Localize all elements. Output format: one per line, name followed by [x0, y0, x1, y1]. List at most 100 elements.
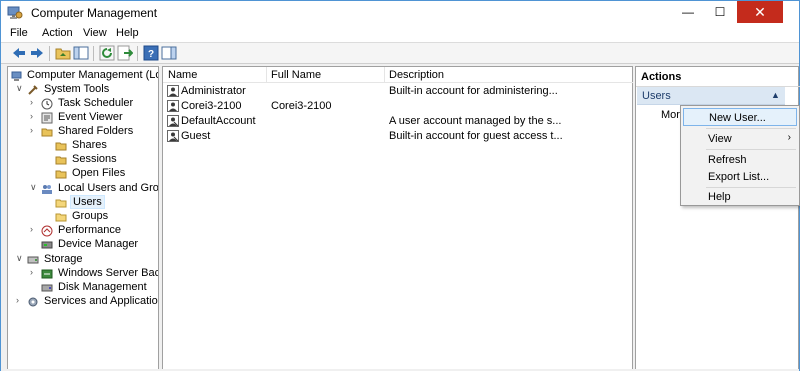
user-icon [167, 85, 179, 97]
tree-item-services-and-applications[interactable]: › Services and Applications [16, 295, 158, 309]
tree-item-label: Groups [72, 210, 109, 222]
chevron-right-icon[interactable]: › [30, 97, 40, 107]
tree-item-open-files[interactable]: Open Files [44, 167, 158, 181]
tree-item-storage[interactable]: ∨ Storage [16, 253, 158, 267]
disabled-user-icon [167, 115, 179, 127]
up-folder-icon[interactable] [55, 45, 71, 61]
window-title: Computer Management [31, 6, 158, 20]
chevron-right-icon[interactable]: › [30, 224, 40, 234]
collapse-arrow-icon[interactable]: ▲ [771, 90, 780, 100]
user-full-name: Corei3-2100 [271, 100, 332, 112]
menu-item-export-list[interactable]: Export List... [683, 168, 797, 186]
tree-item-shared-folders[interactable]: › Shared Folders [30, 125, 158, 139]
show-hide-tree-icon[interactable] [73, 45, 89, 61]
close-button[interactable]: ✕ [737, 1, 783, 23]
table-row[interactable]: Guest Built-in account for guest access … [163, 129, 633, 144]
title-bar[interactable]: Computer Management — ☐ ✕ [1, 1, 799, 24]
minimize-button[interactable]: — [673, 1, 703, 23]
menu-action[interactable]: Action [42, 27, 73, 39]
column-header-full-name[interactable]: Full Name [271, 69, 321, 81]
chevron-right-icon[interactable]: › [30, 267, 40, 277]
maximize-button[interactable]: ☐ [705, 1, 735, 23]
menu-view[interactable]: View [83, 27, 107, 39]
tree-item-label: System Tools [44, 83, 110, 95]
table-row[interactable]: Administrator Built-in account for admin… [163, 84, 633, 99]
user-icon [167, 100, 179, 112]
tree-item-groups[interactable]: Groups [44, 210, 158, 224]
users-group-icon [42, 185, 52, 194]
clock-icon [41, 98, 53, 110]
shared-folder-icon [55, 142, 67, 151]
tree-item-label: Windows Server Backup [58, 267, 159, 279]
user-description: Built-in account for guest access t... [389, 130, 563, 142]
help-icon[interactable]: ? [143, 45, 159, 61]
tree-item-windows-server-backup[interactable]: › Windows Server Backup [30, 267, 159, 281]
tree-item-local-users-and-groups[interactable]: ∨ Local Users and Groups [30, 182, 158, 196]
actions-section-users[interactable]: Users ▲ [637, 87, 785, 105]
chevron-down-icon[interactable]: ∨ [30, 182, 40, 193]
chevron-right-icon[interactable]: › [30, 111, 40, 121]
export-list-icon[interactable] [117, 45, 133, 61]
tree-item-sessions[interactable]: Sessions [44, 153, 158, 167]
column-divider[interactable] [266, 67, 267, 83]
chevron-right-icon[interactable]: › [16, 295, 26, 305]
submenu-arrow-icon: › [787, 132, 791, 143]
disabled-user-icon [167, 130, 179, 142]
user-description: A user account managed by the s... [389, 115, 562, 127]
tree-item-label: Computer Management (Local [27, 69, 158, 81]
menu-file[interactable]: File [10, 27, 28, 39]
forward-arrow-icon[interactable] [29, 45, 45, 61]
menu-help[interactable]: Help [116, 27, 139, 39]
console-tree: Computer Management (Local ∨ System Tool… [7, 66, 159, 370]
menu-item-label: Export List... [708, 171, 770, 183]
tree-item-computer-management[interactable]: Computer Management (Local [11, 69, 158, 83]
tree-item-label: Users [70, 195, 105, 209]
menu-item-label: Refresh [708, 154, 747, 166]
toolbar-separator [93, 46, 94, 61]
folder-icon [55, 199, 67, 208]
context-menu: New User... View › Refresh Export List..… [680, 105, 800, 206]
shared-folder-icon [55, 156, 67, 165]
menu-item-view[interactable]: View › [683, 130, 797, 148]
tree-item-label: Performance [58, 224, 121, 236]
tools-icon [28, 85, 38, 95]
action-pane-icon[interactable] [161, 45, 177, 61]
list-header: Name Full Name Description [163, 67, 633, 83]
menu-item-label: New User... [709, 112, 766, 124]
tree-item-device-manager[interactable]: Device Manager [30, 238, 158, 252]
menu-item-help[interactable]: Help [683, 188, 797, 206]
chevron-right-icon[interactable]: › [30, 125, 40, 135]
tree-item-label: Event Viewer [58, 111, 123, 123]
computer-management-window: Computer Management — ☐ ✕ File Action Vi… [0, 0, 800, 371]
tree-item-shares[interactable]: Shares [44, 139, 158, 153]
table-row[interactable]: DefaultAccount A user account managed by… [163, 114, 633, 129]
tree-item-event-viewer[interactable]: › Event Viewer [30, 111, 158, 125]
performance-icon [41, 225, 53, 237]
column-divider[interactable] [384, 67, 385, 83]
table-row[interactable]: Corei3-2100 Corei3-2100 [163, 99, 633, 114]
user-name: Corei3-2100 [181, 100, 242, 112]
user-name: DefaultAccount [181, 115, 256, 127]
tree-item-system-tools[interactable]: ∨ System Tools [16, 83, 156, 97]
chevron-down-icon[interactable]: ∨ [16, 253, 26, 264]
tree-item-task-scheduler[interactable]: › Task Scheduler [30, 97, 158, 111]
back-arrow-icon[interactable] [11, 45, 27, 61]
storage-icon [27, 256, 39, 264]
chevron-down-icon[interactable]: ∨ [16, 83, 26, 94]
services-icon [28, 297, 38, 307]
menu-separator [706, 128, 796, 129]
tree-item-users[interactable]: Users [44, 195, 158, 210]
tree-item-disk-management[interactable]: Disk Management [30, 281, 158, 295]
user-description: Built-in account for administering... [389, 85, 558, 97]
menu-item-new-user[interactable]: New User... [683, 108, 797, 126]
user-name: Administrator [181, 85, 246, 97]
tree-item-performance[interactable]: › Performance [30, 224, 158, 238]
refresh-icon[interactable] [99, 45, 115, 61]
toolbar: ? [1, 43, 799, 64]
column-header-name[interactable]: Name [168, 69, 197, 81]
tree-item-label: Sessions [72, 153, 117, 165]
shared-folder-icon [41, 128, 53, 137]
menu-item-refresh[interactable]: Refresh [683, 151, 797, 169]
column-header-description[interactable]: Description [389, 69, 444, 81]
tree-item-label: Shared Folders [58, 125, 134, 137]
